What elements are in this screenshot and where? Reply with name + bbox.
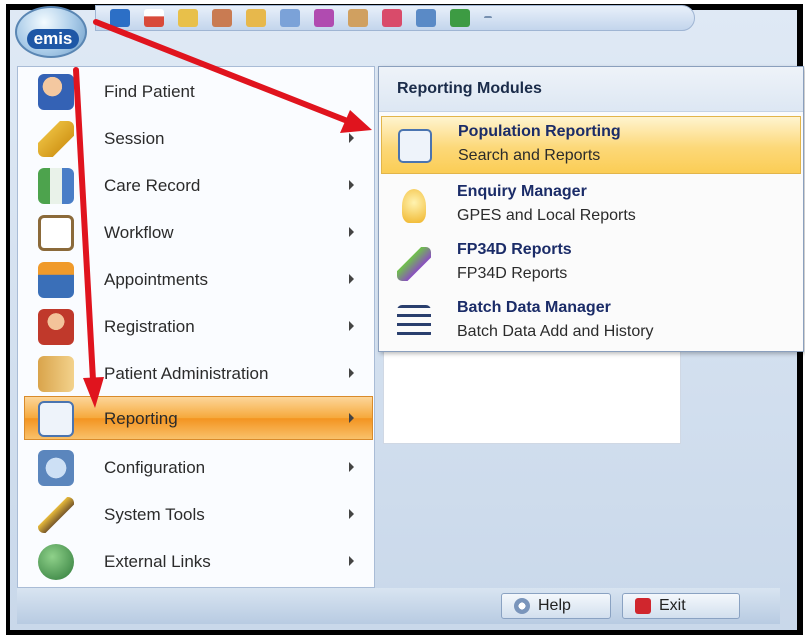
- menu-item-reporting[interactable]: Reporting: [24, 396, 373, 440]
- submenu-item-enquiry-manager[interactable]: Enquiry Manager GPES and Local Reports: [381, 177, 801, 235]
- test-tube-icon: [397, 247, 431, 281]
- menu-item-external-links[interactable]: External Links: [18, 540, 374, 584]
- menu-item-appointments[interactable]: Appointments: [18, 258, 374, 302]
- menu-item-label: Find Patient: [104, 82, 195, 101]
- find-patient-icon: [38, 74, 74, 110]
- exit-icon: [635, 598, 651, 614]
- menu-item-care-record[interactable]: Care Record: [18, 164, 374, 208]
- submenu-arrow-icon: [349, 509, 354, 519]
- reporting-icon: [38, 401, 74, 437]
- menu-item-label: Workflow: [104, 223, 174, 242]
- clipboard-icon: [38, 215, 74, 251]
- menu-item-label: Appointments: [104, 270, 208, 289]
- submenu-item-batch-data-manager[interactable]: Batch Data Manager Batch Data Add and Hi…: [381, 293, 801, 351]
- home-icon[interactable]: [144, 9, 164, 27]
- population-reporting-icon: [398, 129, 432, 163]
- menu-item-label: Configuration: [104, 458, 206, 477]
- menu-item-label: System Tools: [104, 505, 205, 524]
- menu-item-label: External Links: [104, 552, 211, 571]
- globe-link-icon: [38, 544, 74, 580]
- quick-access-toolbar: [95, 5, 695, 31]
- care-record-icon: [38, 168, 74, 204]
- person-icon: [38, 309, 74, 345]
- submenu-item-subtitle: Batch Data Add and History: [457, 323, 654, 340]
- submenu-arrow-icon: [349, 462, 354, 472]
- submenu-item-subtitle: FP34D Reports: [457, 265, 568, 282]
- submenu-item-title: Population Reporting: [458, 123, 621, 140]
- menu-item-label: Reporting: [104, 409, 178, 428]
- atom-icon[interactable]: [314, 9, 334, 27]
- application-orb-button[interactable]: emis: [15, 6, 87, 58]
- menu-item-label: Patient Administration: [104, 364, 269, 383]
- batch-list-icon: [397, 305, 431, 339]
- submenu-arrow-icon: [349, 180, 354, 190]
- menu-footer: Help Exit: [17, 588, 780, 624]
- submenu-item-title: Batch Data Manager: [457, 299, 611, 316]
- calendar-icon: [38, 262, 74, 298]
- submenu-item-subtitle: Search and Reports: [458, 147, 601, 164]
- lightbulb-icon: [402, 189, 426, 223]
- submenu-item-title: FP34D Reports: [457, 241, 572, 258]
- submenu-header: Reporting Modules: [379, 67, 803, 112]
- menu-item-find-patient[interactable]: Find Patient: [18, 70, 374, 114]
- submenu-arrow-icon: [349, 368, 354, 378]
- submenu-arrow-icon: [349, 321, 354, 331]
- menu-item-label: Session: [104, 129, 165, 148]
- pen-icon[interactable]: [382, 9, 402, 27]
- menu-item-configuration[interactable]: Configuration: [18, 446, 374, 490]
- help-button-label: Help: [538, 597, 571, 614]
- search-icon[interactable]: [348, 9, 368, 27]
- grid-icon[interactable]: [450, 9, 470, 27]
- main-menu: Find Patient Session Care Record Workflo…: [17, 66, 375, 588]
- edit-icon[interactable]: [178, 9, 198, 27]
- key-icon: [38, 121, 74, 157]
- configuration-icon: [38, 450, 74, 486]
- orb-logo-text: emis: [27, 29, 79, 49]
- exit-button[interactable]: Exit: [622, 593, 740, 619]
- cabinet-icon: [38, 356, 74, 392]
- submenu-arrow-icon: [349, 556, 354, 566]
- submenu-arrow-icon: [349, 133, 354, 143]
- folder-icon[interactable]: [246, 9, 266, 27]
- report-icon[interactable]: [416, 9, 436, 27]
- menu-item-system-tools[interactable]: System Tools: [18, 493, 374, 537]
- submenu-item-fp34d-reports[interactable]: FP34D Reports FP34D Reports: [381, 235, 801, 293]
- pencil-icon: [38, 497, 74, 533]
- submenu-item-subtitle: GPES and Local Reports: [457, 207, 636, 224]
- submenu-item-population-reporting[interactable]: Population Reporting Search and Reports: [381, 116, 801, 174]
- menu-item-workflow[interactable]: Workflow: [18, 211, 374, 255]
- help-button[interactable]: Help: [501, 593, 611, 619]
- help-icon: [514, 598, 530, 614]
- menu-item-session[interactable]: Session: [18, 117, 374, 161]
- menu-item-label: Registration: [104, 317, 195, 336]
- patient-icon[interactable]: [212, 9, 232, 27]
- menu-item-label: Care Record: [104, 176, 201, 195]
- back-arrow-icon[interactable]: [110, 9, 130, 27]
- exit-button-label: Exit: [659, 597, 686, 614]
- menu-item-registration[interactable]: Registration: [18, 305, 374, 349]
- dropdown-icon[interactable]: [484, 16, 492, 20]
- submenu-arrow-icon: [349, 274, 354, 284]
- document-icon[interactable]: [280, 9, 300, 27]
- submenu-item-title: Enquiry Manager: [457, 183, 587, 200]
- submenu-arrow-icon: [349, 413, 354, 423]
- menu-item-patient-administration[interactable]: Patient Administration: [18, 352, 374, 396]
- reporting-submenu: Reporting Modules Population Reporting S…: [378, 66, 804, 352]
- submenu-arrow-icon: [349, 227, 354, 237]
- submenu-heading: Reporting Modules: [397, 80, 542, 97]
